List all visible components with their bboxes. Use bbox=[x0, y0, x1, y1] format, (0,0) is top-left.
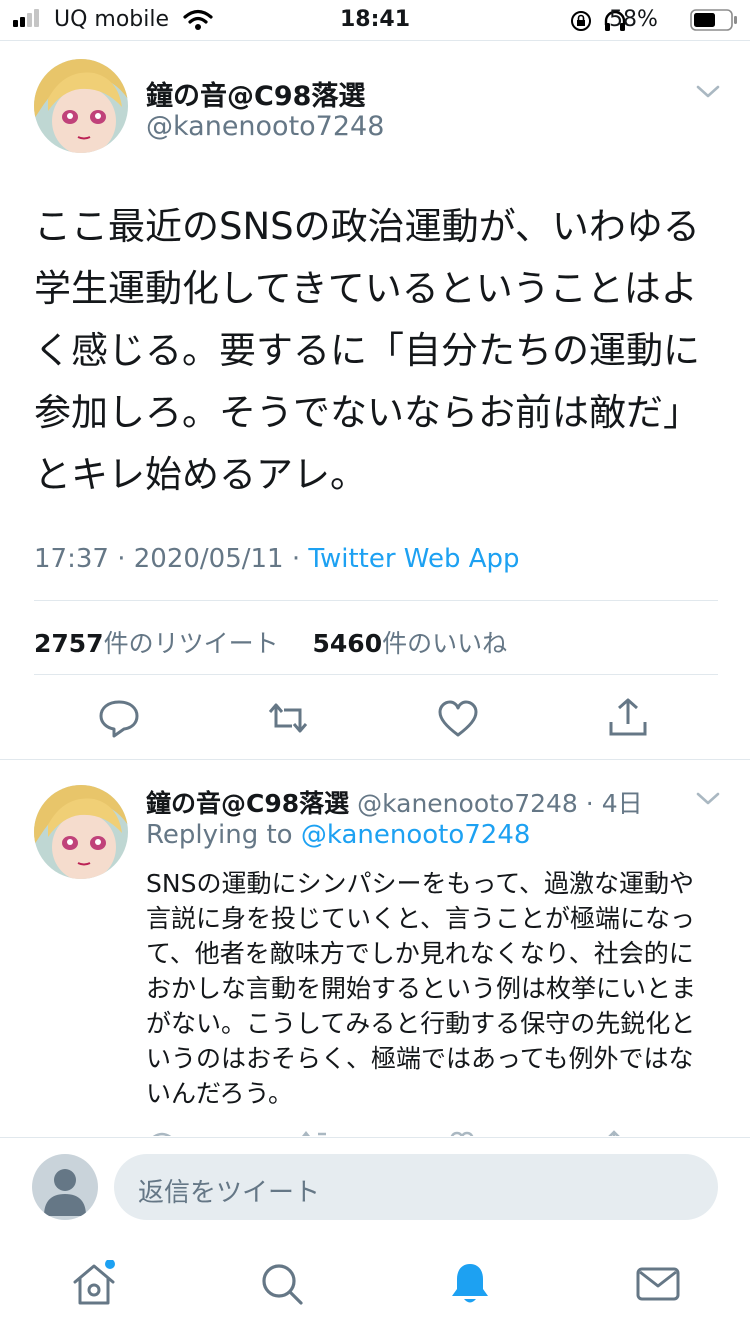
reply-author-name[interactable]: 鐘の音@C98落選 bbox=[146, 789, 349, 818]
retweet-count: 2757 bbox=[34, 629, 104, 658]
like-icon[interactable] bbox=[436, 697, 480, 741]
reply-icon[interactable] bbox=[97, 696, 141, 740]
share-icon[interactable] bbox=[606, 696, 650, 740]
like-label: 件のいいね bbox=[382, 629, 508, 658]
replying-to: Replying to @kanenooto7248 bbox=[146, 820, 530, 850]
tweet-stats: 2757件のリツイート 5460件のいいね bbox=[34, 624, 507, 660]
tweet-source-link[interactable]: Twitter Web App bbox=[308, 544, 519, 574]
home-icon[interactable] bbox=[70, 1260, 118, 1308]
reply-header: 鐘の音@C98落選 @kanenooto7248 · 4日 bbox=[146, 789, 643, 818]
replying-to-prefix: Replying to bbox=[146, 820, 293, 850]
tweet-text: ここ最近のSNSの政治運動が、いわゆる学生運動化してきているということはよく感じ… bbox=[34, 205, 700, 496]
reply-age: 4日 bbox=[601, 789, 643, 818]
status-divider bbox=[0, 40, 750, 41]
user-avatar[interactable] bbox=[32, 1154, 98, 1220]
rotation-lock-icon bbox=[571, 11, 591, 31]
tweet-author-name[interactable]: 鐘の音@C98落選 bbox=[146, 74, 365, 113]
reply-icon[interactable] bbox=[148, 1130, 176, 1136]
divider bbox=[34, 600, 718, 601]
reply-text: SNSの運動にシンパシーをもって、過激な運動や言説に身を投じていくと、言うことが… bbox=[146, 869, 697, 1108]
share-icon[interactable] bbox=[600, 1130, 628, 1136]
like-stat[interactable]: 5460件のいいね bbox=[313, 629, 508, 658]
messages-icon[interactable] bbox=[634, 1260, 682, 1308]
reply-author-handle[interactable]: @kanenooto7248 bbox=[357, 789, 578, 818]
divider bbox=[34, 674, 718, 675]
retweet-label: 件のリツイート bbox=[103, 629, 279, 658]
divider bbox=[0, 759, 750, 760]
chevron-down-icon[interactable] bbox=[695, 790, 721, 808]
notifications-icon[interactable] bbox=[446, 1260, 494, 1308]
battery-icon bbox=[690, 9, 737, 31]
user-icon bbox=[44, 1169, 86, 1216]
search-icon[interactable] bbox=[258, 1260, 306, 1308]
status-bar: UQ mobile 18:41 58% bbox=[0, 0, 750, 40]
tweet-time: 17:37 bbox=[34, 544, 109, 574]
like-icon[interactable] bbox=[448, 1130, 476, 1136]
avatar[interactable] bbox=[34, 59, 128, 153]
retweet-icon[interactable] bbox=[300, 1130, 328, 1136]
like-count: 5460 bbox=[312, 629, 383, 658]
retweet-stat[interactable]: 2757件のリツイート bbox=[34, 629, 279, 658]
reply-avatar[interactable] bbox=[34, 785, 128, 879]
tweet-author-handle[interactable]: @kanenooto7248 bbox=[146, 111, 384, 142]
tweet-meta: 17:37 · 2020/05/11 · Twitter Web App bbox=[34, 544, 520, 574]
reply-composer-placeholder: 返信をツイート bbox=[138, 1178, 321, 1208]
tweet-date: 2020/05/11 bbox=[133, 544, 284, 574]
replying-to-link[interactable]: @kanenooto7248 bbox=[301, 820, 531, 850]
composer-divider bbox=[0, 1137, 750, 1138]
battery-percent: 58% bbox=[609, 7, 658, 32]
reply-actions bbox=[140, 1124, 700, 1136]
retweet-icon[interactable] bbox=[266, 696, 310, 740]
chevron-down-icon[interactable] bbox=[695, 83, 721, 101]
